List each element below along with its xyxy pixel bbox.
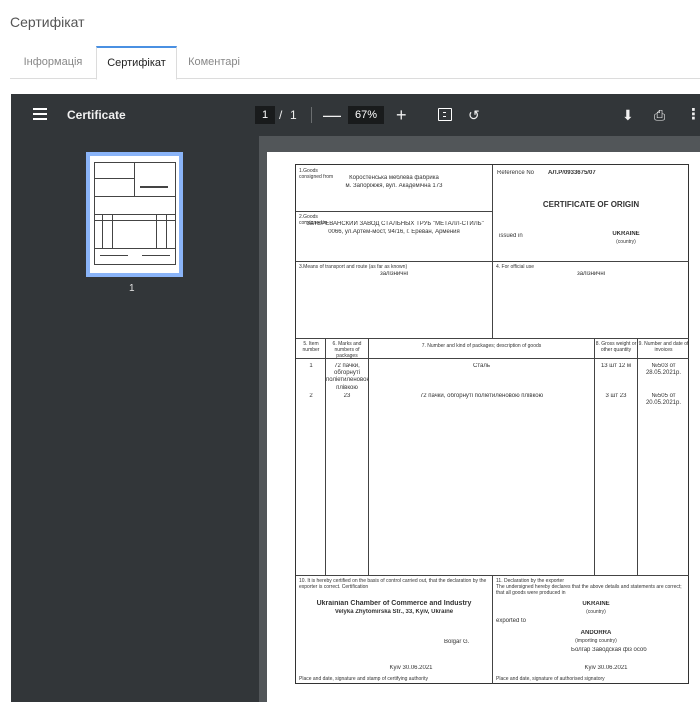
exported-to-label: exported to [496, 618, 527, 624]
tab-certificate[interactable]: Сертифікат [96, 46, 177, 80]
tab-information[interactable]: Інформація [10, 46, 96, 79]
zoom-input[interactable]: 67% [348, 106, 384, 124]
download-icon[interactable]: ⬇ [622, 94, 634, 136]
row-2-marks: 23 [343, 393, 351, 399]
page-thumbnail[interactable] [86, 152, 183, 277]
certification-place-date: Kyiv 30.06.2021 [389, 665, 433, 671]
row-1-invoice: №503 от 28.05.2021р. [645, 363, 682, 377]
page-separator: / [279, 108, 283, 122]
page-title: Сертифікат [10, 14, 85, 30]
grid-line [296, 338, 689, 339]
consignor-address: м. Запоріжжя, вул. Академічна 173 [345, 183, 443, 189]
row-1-description: Сталь [473, 363, 490, 369]
pdf-viewer: Certificate 1 / 1 — 67% + ↺ ⬇ ⎙ ⋮ 1 1.Go… [11, 94, 700, 702]
zoom-in-button[interactable]: + [396, 94, 407, 136]
grid-line [296, 211, 492, 212]
field-11-footer: Place and date, signature of authorised … [496, 676, 605, 682]
importing-country: ANDORRA [580, 630, 612, 636]
fit-page-icon[interactable] [438, 108, 452, 121]
field-10-label: 10. It is hereby certified on the basis … [299, 578, 487, 590]
origin-country-sub: (country) [586, 609, 606, 615]
thumbnail-page-number: 1 [129, 283, 135, 294]
col-invoices: 9. Number and date of invoices [638, 341, 689, 353]
row-1-quantity: 13 шт 12 м [600, 363, 632, 369]
row-1-item: 1 [309, 363, 313, 369]
row-1-marks: 72 пачки, обгорнуті поліетиленовою плівк… [326, 363, 368, 391]
col-description: 7. Number and kind of packages; descript… [421, 343, 542, 349]
row-2-invoice: №505 от 20.05.2021р. [645, 393, 682, 407]
tab-comments[interactable]: Коментарі [177, 46, 251, 79]
reference-number: АЛ.Р/0933675/07 [548, 170, 596, 176]
consignee-name: "ЗАТЕРЕВАНСКИЙ ЗАВОД СТАЛЬНЫХ ТРУБ "МЕТА… [304, 221, 484, 227]
page-number-input[interactable]: 1 [255, 106, 275, 124]
country-sub: (country) [616, 239, 636, 245]
tab-bar: Інформація Сертифікат Коментарі [10, 46, 700, 80]
field-4-label: 4. For official use [496, 264, 534, 270]
row-2-quantity: 3 шт 23 [605, 393, 627, 399]
grid-line [368, 338, 369, 575]
declaration-text: The undersigned hereby declares that the… [496, 584, 682, 596]
row-2-item: 2 [309, 393, 313, 399]
grid-line [492, 575, 493, 684]
reference-label: Reference No [497, 170, 535, 176]
pdf-page: 1.Goods consigned from Коростенська мебл… [267, 152, 700, 702]
origin-country: UKRAINE [582, 601, 610, 607]
menu-icon[interactable] [33, 108, 47, 120]
toolbar-divider [311, 107, 312, 123]
pdf-toolbar: Certificate 1 / 1 — 67% + ↺ ⬇ ⎙ ⋮ [11, 94, 700, 136]
document-title: Certificate [67, 108, 126, 122]
certifier-signature: Bolgar G. [444, 639, 470, 645]
page-total: 1 [290, 108, 297, 122]
consignee-address: 0066, ул.Артем-мост, 94/16, г. Ереван, А… [328, 229, 460, 235]
consignor-name: Коростенська меблева фабрика [349, 175, 439, 181]
transport-route: залізничні [379, 271, 409, 277]
certificate-heading: CERTIFICATE OF ORIGIN [542, 200, 640, 209]
row-2-description: 72 пачки, обгорнуті поліетиленовою плівк… [419, 393, 544, 399]
col-item-number: 5. Item number [302, 341, 320, 353]
grid-line [492, 165, 493, 261]
exporter-signature: Болгар Заводская фіз особ [571, 647, 647, 653]
chamber-name: Ukrainian Chamber of Commerce and Indust… [316, 600, 472, 607]
col-weight: 8. Gross weight or other quantity [595, 341, 637, 353]
field-10-footer: Place and date, signature and stamp of c… [299, 676, 428, 682]
chamber-address: Velyka Zhytomirska Str., 33, Kyiv, Ukrai… [334, 609, 454, 615]
country-issued-label: issued in [499, 233, 523, 239]
print-icon[interactable]: ⎙ [654, 94, 665, 136]
importing-country-sub: (importing country) [575, 638, 617, 644]
thumbnail-sidebar: 1 [11, 136, 259, 702]
more-vert-icon[interactable]: ⋮ [686, 94, 700, 136]
declaration-place-date: Kyiv 30.06.2021 [584, 665, 628, 671]
official-use: залізничні [576, 271, 606, 277]
col-marks: 6. Marks and numbers of packages [332, 341, 362, 359]
field-3-label: 3.Means of transport and route (as far a… [299, 264, 408, 270]
country-issued: UKRAINE [612, 231, 640, 237]
rotate-icon[interactable]: ↺ [468, 94, 480, 136]
grid-line [594, 338, 595, 575]
certificate-form: 1.Goods consigned from Коростенська мебл… [295, 164, 689, 684]
zoom-out-button[interactable]: — [323, 94, 341, 136]
